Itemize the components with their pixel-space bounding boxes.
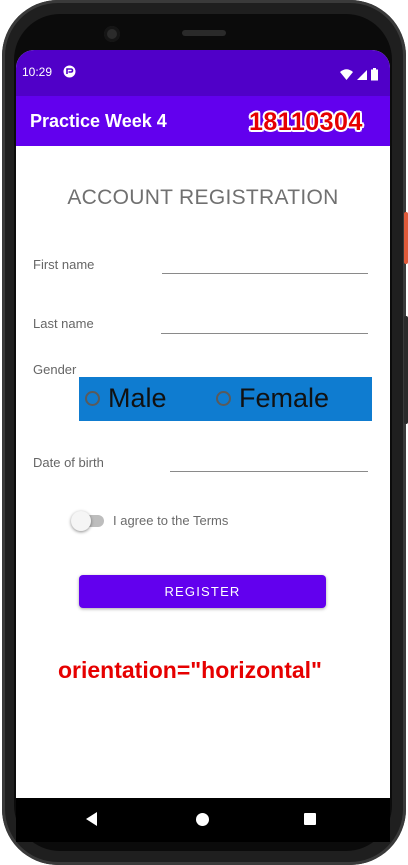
google-icon bbox=[63, 65, 76, 78]
front-camera bbox=[104, 26, 120, 42]
back-icon[interactable] bbox=[86, 812, 97, 826]
terms-label: I agree to the Terms bbox=[113, 513, 229, 528]
signal-icon bbox=[357, 70, 367, 80]
status-time: 10:29 bbox=[22, 65, 53, 79]
wifi-icon bbox=[340, 69, 353, 80]
date-of-birth-underline bbox=[170, 471, 368, 472]
gender-label: Gender bbox=[33, 362, 77, 377]
gender-female-radio[interactable]: Female bbox=[214, 379, 364, 419]
radio-unchecked-icon bbox=[85, 391, 100, 406]
app-bar: Practice Week 4 18110304 bbox=[16, 96, 390, 146]
battery-icon bbox=[371, 68, 378, 81]
app-title: Practice Week 4 bbox=[30, 111, 167, 131]
power-button[interactable] bbox=[404, 212, 408, 264]
date-of-birth-field[interactable] bbox=[170, 447, 368, 472]
earpiece-speaker bbox=[182, 30, 226, 36]
orientation-annotation: orientation="horizontal" bbox=[58, 657, 322, 683]
first-name-field[interactable] bbox=[162, 250, 368, 274]
last-name-underline bbox=[161, 333, 368, 334]
first-name-underline bbox=[162, 273, 368, 274]
first-name-label: First name bbox=[33, 257, 95, 272]
student-id-overlay: 18110304 bbox=[249, 108, 363, 136]
form-title: ACCOUNT REGISTRATION bbox=[67, 186, 339, 209]
status-icons bbox=[340, 66, 386, 85]
gender-female-label: Female bbox=[239, 383, 330, 413]
date-of-birth-label: Date of birth bbox=[33, 455, 104, 470]
last-name-label: Last name bbox=[33, 316, 94, 331]
gender-radio-group: Male Female bbox=[79, 377, 372, 421]
register-button[interactable]: REGISTER bbox=[79, 575, 326, 608]
device-screen: 10:29 Practice Week 4 18110304 ACCOUNT R… bbox=[16, 50, 390, 800]
last-name-field[interactable] bbox=[161, 309, 368, 334]
radio-unchecked-icon bbox=[216, 391, 231, 406]
gender-male-label: Male bbox=[108, 383, 167, 413]
home-icon[interactable] bbox=[196, 813, 209, 826]
recents-icon[interactable] bbox=[304, 813, 316, 825]
volume-button[interactable] bbox=[404, 316, 408, 424]
status-bar: 10:29 bbox=[16, 50, 390, 96]
navigation-bar bbox=[16, 798, 390, 842]
switch-thumb[interactable] bbox=[71, 511, 91, 531]
gender-male-radio[interactable]: Male bbox=[83, 379, 203, 419]
